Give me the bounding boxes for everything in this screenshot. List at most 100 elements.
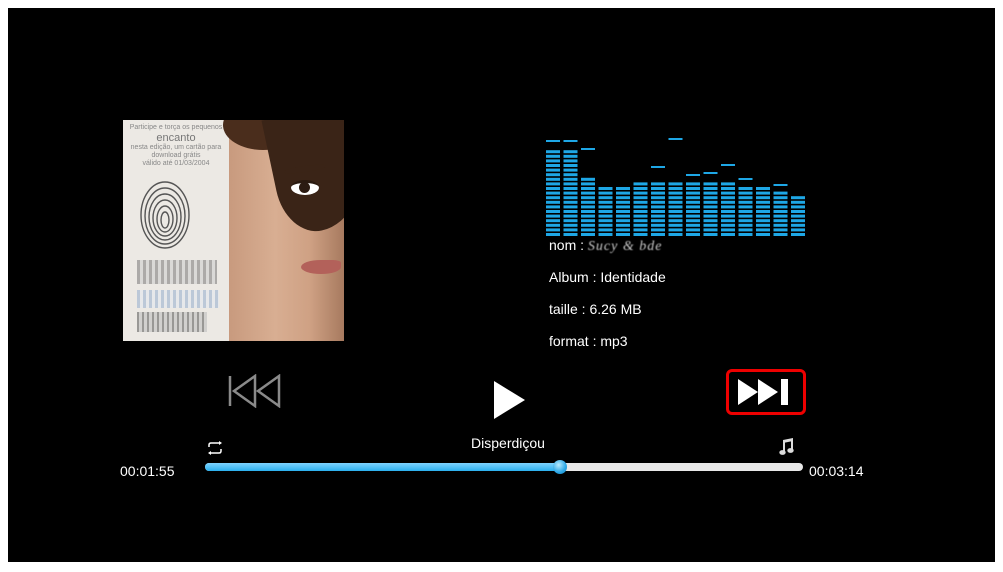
equalizer-segment — [773, 200, 788, 204]
equalizer-segment — [563, 228, 578, 232]
equalizer-segment — [756, 187, 770, 190]
equalizer-segment — [581, 200, 595, 204]
equalizer-bar — [703, 172, 718, 236]
equalizer-segment — [738, 233, 753, 236]
equalizer-segment — [703, 214, 718, 218]
equalizer-segment — [633, 228, 648, 232]
equalizer-segment — [686, 182, 700, 186]
equalizer-segment — [633, 210, 648, 213]
equalizer-segment — [581, 177, 595, 181]
equalizer-peak — [563, 140, 578, 142]
equalizer-segment — [721, 210, 735, 213]
equalizer-segment — [546, 196, 560, 200]
equalizer-segment — [756, 191, 770, 195]
equalizer-segment — [721, 214, 735, 218]
equalizer-segment — [546, 173, 560, 177]
equalizer-segment — [668, 182, 683, 186]
equalizer-segment — [598, 200, 613, 204]
equalizer-segment — [668, 223, 683, 227]
equalizer-segment — [616, 196, 630, 200]
equalizer-segment — [773, 228, 788, 232]
equalizer-bar — [581, 148, 595, 236]
progress-thumb[interactable] — [552, 460, 567, 474]
promo-line-3: download grátis — [151, 152, 201, 159]
equalizer-segment — [563, 173, 578, 177]
equalizer-segment — [756, 214, 770, 218]
equalizer-segment — [563, 219, 578, 223]
equalizer-segment — [703, 223, 718, 227]
equalizer-segment — [581, 196, 595, 200]
equalizer-segment — [756, 228, 770, 232]
equalizer-segment — [616, 223, 630, 227]
equalizer-segment — [546, 214, 560, 218]
equalizer-segment — [546, 182, 560, 186]
equalizer-segment — [633, 214, 648, 218]
equalizer-bar — [616, 187, 630, 236]
equalizer-segment — [546, 164, 560, 167]
equalizer-segment — [721, 187, 735, 190]
equalizer-peak — [668, 138, 683, 140]
track-format-info: format : mp3 — [549, 333, 628, 349]
equalizer-segment — [581, 223, 595, 227]
equalizer-segment — [738, 191, 753, 195]
equalizer-segment — [598, 205, 613, 209]
equalizer-segment — [721, 191, 735, 195]
equalizer-segment — [633, 219, 648, 223]
equalizer-segment — [546, 219, 560, 223]
equalizer-segment — [633, 187, 648, 190]
equalizer-segment — [686, 233, 700, 236]
equalizer-segment — [703, 233, 718, 236]
equalizer-bar — [563, 140, 578, 236]
equalizer-segment — [668, 187, 683, 190]
equalizer-segment — [651, 233, 665, 236]
album-art: Participe e torça os pequenos encanto ne… — [123, 120, 344, 341]
track-name-label: nom : — [549, 237, 588, 253]
equalizer-segment — [773, 196, 788, 200]
equalizer-segment — [686, 196, 700, 200]
equalizer-bar — [651, 166, 665, 236]
equalizer-segment — [721, 196, 735, 200]
repeat-icon[interactable] — [206, 441, 224, 455]
equalizer-segment — [773, 191, 788, 195]
previous-track-button[interactable] — [227, 373, 283, 409]
equalizer-segment — [633, 200, 648, 204]
play-button[interactable] — [492, 380, 526, 420]
progress-slider[interactable] — [205, 460, 803, 474]
equalizer-bar — [686, 174, 700, 236]
equalizer-bar — [773, 184, 788, 236]
equalizer-segment — [791, 200, 805, 204]
equalizer-segment — [773, 223, 788, 227]
equalizer-segment — [668, 200, 683, 204]
equalizer-segment — [686, 214, 700, 218]
equalizer-segment — [686, 191, 700, 195]
promo-line-1: Participe e torça os pequenos — [129, 124, 223, 131]
equalizer-segment — [563, 200, 578, 204]
equalizer-peak — [773, 184, 788, 186]
next-track-button[interactable] — [726, 369, 806, 415]
equalizer-segment — [756, 233, 770, 236]
equalizer-segment — [791, 210, 805, 213]
equalizer-segment — [756, 200, 770, 204]
equalizer-bar — [668, 138, 683, 236]
equalizer-segment — [738, 200, 753, 204]
equalizer-segment — [546, 233, 560, 236]
equalizer-segment — [598, 233, 613, 236]
skip-next-icon — [738, 379, 788, 405]
equalizer-segment — [773, 233, 788, 236]
equalizer-segment — [563, 223, 578, 227]
skip-previous-icon — [228, 373, 281, 409]
equalizer-segment — [721, 233, 735, 236]
equalizer-segment — [668, 233, 683, 236]
album-art-barcode-3 — [137, 312, 207, 332]
equalizer-bar — [756, 187, 770, 236]
equalizer-segment — [598, 187, 613, 190]
equalizer-segment — [651, 187, 665, 190]
promo-line-2: nesta edição, um cartão para — [130, 144, 222, 151]
equalizer-segment — [703, 205, 718, 209]
equalizer-segment — [546, 200, 560, 204]
equalizer-segment — [546, 205, 560, 209]
equalizer-segment — [738, 214, 753, 218]
equalizer-segment — [668, 210, 683, 213]
equalizer-segment — [598, 228, 613, 232]
equalizer-visualizer — [546, 138, 805, 236]
